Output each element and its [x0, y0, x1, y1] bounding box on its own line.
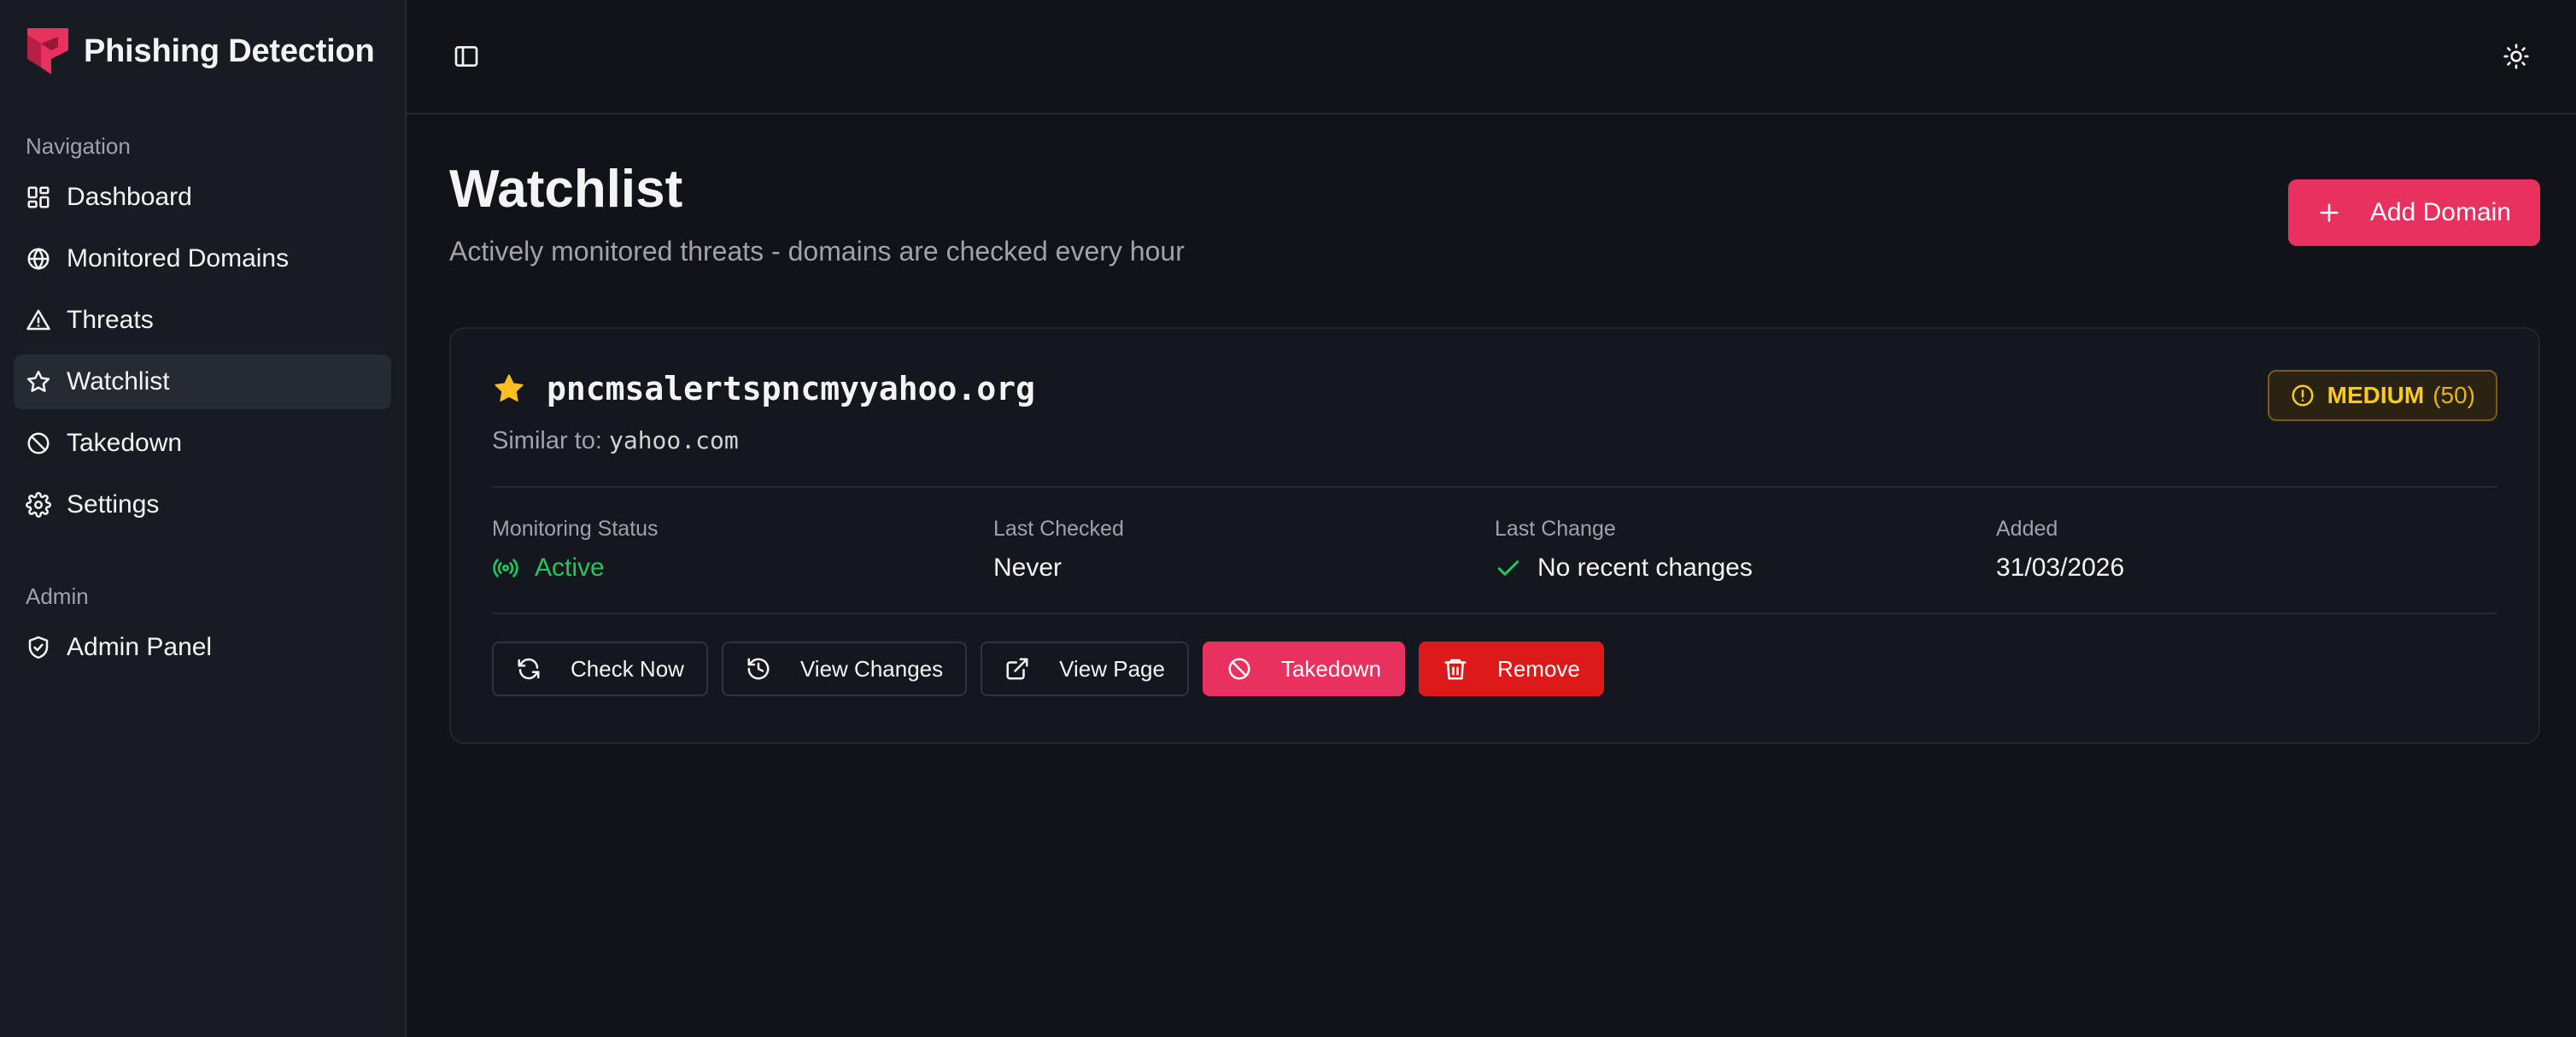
stat-label: Last Checked [993, 517, 1124, 542]
view-changes-label: View Changes [799, 655, 944, 682]
stat-last-change: Last Change No recent changes [1495, 517, 1996, 612]
alert-circle-icon [2292, 384, 2314, 407]
sidebar-item-threats[interactable]: Threats [14, 293, 391, 348]
admin-section-label: Admin [26, 583, 89, 609]
sidebar-item-watchlist[interactable]: Watchlist [14, 354, 391, 409]
star-filled-icon [495, 374, 524, 402]
stat-monitoring-status: Monitoring Status Active [492, 517, 993, 612]
similar-prefix: Similar to: [492, 427, 602, 455]
app-shell: Phishing Detection Navigation Dashboard … [0, 0, 2576, 1037]
sidebar: Phishing Detection Navigation Dashboard … [0, 0, 407, 1037]
view-page-button[interactable]: View Page [981, 642, 1189, 697]
sidebar-item-admin-panel[interactable]: Admin Panel [14, 620, 391, 675]
ban-icon [1228, 658, 1250, 680]
severity-score: (50) [2433, 382, 2475, 409]
sidebar-item-label: Admin Panel [67, 633, 213, 661]
nav-section-label: Navigation [26, 133, 131, 159]
refresh-icon [518, 658, 540, 680]
globe-icon [26, 246, 51, 272]
sidebar-item-takedown[interactable]: Takedown [14, 416, 391, 471]
add-domain-label: Add Domain [2369, 198, 2511, 226]
top-bar [407, 0, 2576, 114]
domain-name: pncmsalertspncmyyahoo.org [547, 370, 1035, 408]
stats-row: Monitoring Status Active Last Checked Ne… [492, 488, 2497, 612]
sidebar-item-monitored-domains[interactable]: Monitored Domains [14, 231, 391, 286]
takedown-button[interactable]: Takedown [1202, 642, 1406, 697]
remove-button[interactable]: Remove [1419, 642, 1604, 697]
watchlist-card: pncmsalertspncmyyahoo.org Similar to: ya… [449, 327, 2540, 745]
history-icon [747, 658, 770, 680]
view-changes-button[interactable]: View Changes [721, 642, 968, 697]
stat-label: Added [1996, 517, 2058, 542]
alert-triangle-icon [26, 308, 51, 333]
add-domain-button[interactable]: Add Domain [2287, 179, 2540, 246]
stat-label: Last Change [1495, 517, 1616, 542]
panel-left-icon [454, 46, 478, 67]
plus-icon [2320, 203, 2339, 222]
severity-badge: MEDIUM (50) [2267, 370, 2497, 422]
monitoring-status-text: Active [535, 554, 605, 583]
main-area: Watchlist Actively monitored threats - d… [407, 0, 2576, 1037]
domain-line: pncmsalertspncmyyahoo.org [492, 370, 1035, 407]
sidebar-item-label: Dashboard [67, 183, 192, 211]
stat-label: Monitoring Status [492, 517, 659, 542]
sidebar-item-label: Monitored Domains [67, 244, 290, 272]
sidebar-item-settings[interactable]: Settings [14, 477, 391, 532]
sidebar-toggle-button[interactable] [449, 39, 483, 73]
stat-value: Never [993, 554, 1063, 583]
dashboard-icon [26, 185, 51, 210]
star-icon [26, 369, 51, 395]
page-header: Watchlist Actively monitored threats - d… [449, 155, 2540, 267]
stat-value: No recent changes [1495, 554, 1996, 583]
sidebar-item-label: Watchlist [67, 367, 170, 395]
sidebar-item-label: Threats [67, 306, 154, 334]
last-change-text: No recent changes [1537, 554, 1753, 583]
radio-broadcast-icon [493, 559, 518, 577]
sidebar-item-label: Settings [67, 490, 160, 518]
similar-to: Similar to: yahoo.com [492, 426, 1035, 455]
severity-level: MEDIUM [2327, 382, 2425, 409]
stat-last-checked: Last Checked Never [993, 517, 1495, 612]
shield-check-icon [26, 635, 51, 660]
logo-icon [27, 28, 68, 74]
page-title: Watchlist [449, 160, 683, 219]
page-content: Watchlist Actively monitored threats - d… [407, 114, 2576, 745]
card-header: pncmsalertspncmyyahoo.org Similar to: ya… [492, 370, 2497, 455]
sidebar-item-label: Takedown [67, 429, 183, 457]
stat-value: Active [492, 554, 993, 583]
view-page-label: View Page [1059, 655, 1165, 682]
similar-domain: yahoo.com [608, 426, 739, 455]
takedown-label: Takedown [1280, 655, 1382, 682]
sidebar-item-dashboard[interactable]: Dashboard [14, 170, 391, 225]
trash-icon [1444, 659, 1467, 680]
external-link-icon [1006, 658, 1028, 680]
gear-icon [26, 492, 51, 518]
stat-value: 31/03/2026 [1996, 554, 2125, 583]
app-title: Phishing Detection [84, 32, 375, 69]
check-now-label: Check Now [571, 655, 684, 682]
page-subtitle: Actively monitored threats - domains are… [449, 236, 1185, 267]
ban-icon [26, 431, 51, 456]
actions-row: Check Now View Changes View Page Takedow… [492, 642, 2497, 697]
check-now-button[interactable]: Check Now [492, 642, 708, 697]
check-icon [1497, 560, 1519, 576]
theme-toggle-button[interactable] [2499, 39, 2533, 73]
stat-added: Added 31/03/2026 [1996, 517, 2497, 612]
sun-icon [2503, 44, 2529, 69]
brand[interactable]: Phishing Detection [14, 0, 391, 103]
divider [492, 612, 2497, 615]
remove-label: Remove [1497, 655, 1580, 682]
